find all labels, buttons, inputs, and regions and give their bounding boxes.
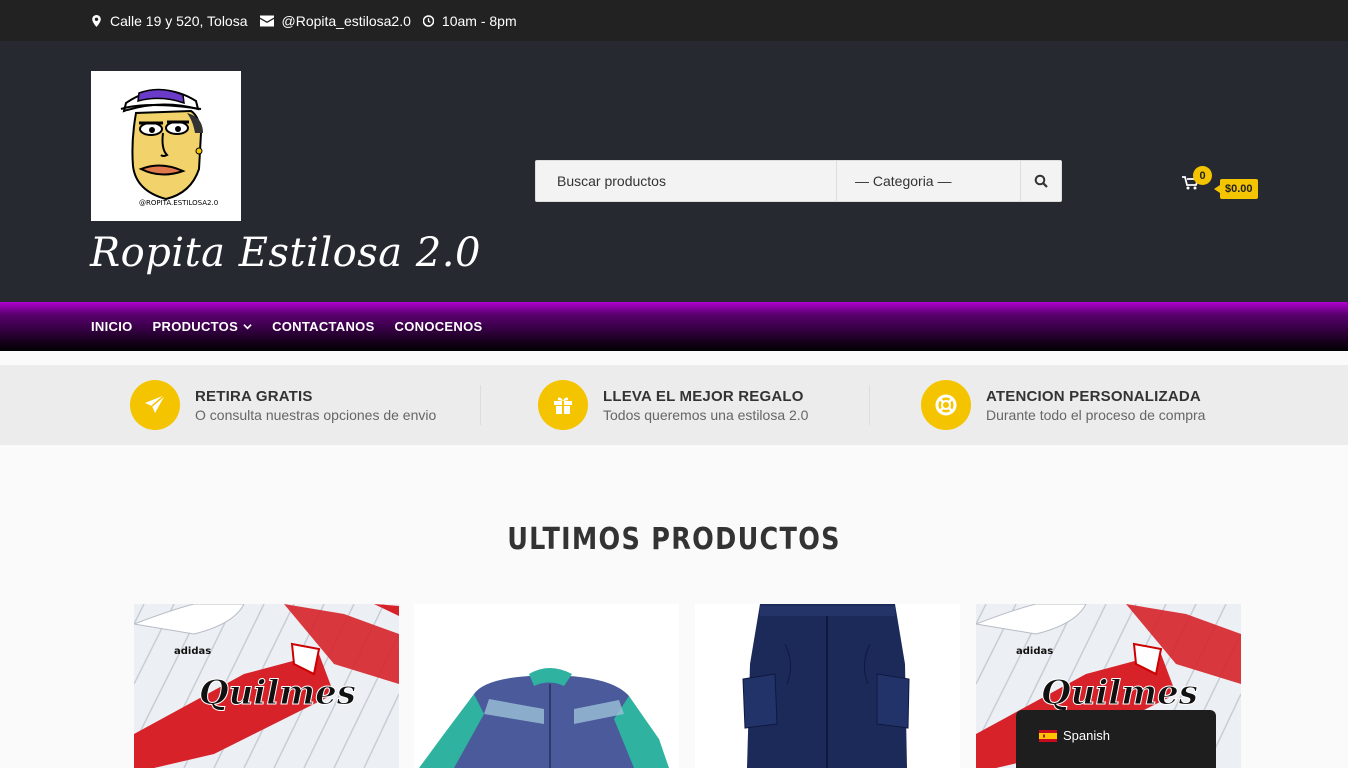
spain-flag-icon xyxy=(1039,730,1057,742)
cart-total: $0.00 xyxy=(1214,179,1258,199)
feature-title: ATENCION PERSONALIZADA xyxy=(986,387,1201,405)
hours-text: 10am - 8pm xyxy=(441,12,517,29)
site-header: @ROPITA.ESTILOSA2.0 Ropita Estilosa 2.0 … xyxy=(0,41,1348,302)
product-image xyxy=(414,604,679,768)
feature-icon-circle xyxy=(538,380,588,430)
product-image: adidas Quilmes xyxy=(134,604,399,768)
latest-products-heading: ULTIMOS PRODUCTOS xyxy=(507,522,841,557)
feature-divider xyxy=(480,385,481,425)
top-info-bar: Calle 19 y 520, Tolosa @Ropita_estilosa2… xyxy=(0,0,1348,41)
product-card-jacket[interactable] xyxy=(414,604,679,768)
clock-icon xyxy=(422,14,434,27)
nav-item-productos[interactable]: PRODUCTOS xyxy=(153,319,253,334)
feature-icon-circle xyxy=(130,380,180,430)
nav-label-conocenos: CONOCENOS xyxy=(394,319,483,334)
features-strip: RETIRA GRATIS O consulta nuestras opcion… xyxy=(0,365,1348,445)
address-item: Calle 19 y 520, Tolosa xyxy=(91,13,248,29)
jersey-sponsor-text: Quilmes xyxy=(199,673,356,713)
feature-support: ATENCION PERSONALIZADA Durante todo el p… xyxy=(921,380,1205,430)
feature-icon-circle xyxy=(921,380,971,430)
search-button[interactable] xyxy=(1020,161,1061,201)
site-title[interactable]: Ropita Estilosa 2.0 xyxy=(90,230,481,276)
feature-divider xyxy=(869,385,870,425)
feature-gift: LLEVA EL MEJOR REGALO Todos queremos una… xyxy=(538,380,808,430)
feature-title: LLEVA EL MEJOR REGALO xyxy=(603,387,804,405)
product-card-pants[interactable] xyxy=(695,604,960,768)
envelope-icon xyxy=(259,15,274,26)
life-ring-icon xyxy=(935,394,957,416)
search-input[interactable] xyxy=(536,161,836,201)
cart-widget[interactable]: 0 $0.00 xyxy=(1182,166,1258,199)
feature-subtitle: Todos queremos una estilosa 2.0 xyxy=(603,406,809,423)
feature-title: RETIRA GRATIS xyxy=(195,387,313,405)
category-select[interactable]: — Categoria — xyxy=(836,161,1020,201)
jersey-brand-text: adidas xyxy=(174,646,211,657)
logo-caption: @ROPITA.ESTILOSA2.0 xyxy=(139,199,218,207)
language-switcher[interactable]: Spanish xyxy=(1016,710,1216,768)
jersey-brand-text: adidas xyxy=(1016,646,1053,657)
nav-item-inicio[interactable]: INICIO xyxy=(91,319,133,334)
paper-plane-icon xyxy=(145,394,166,413)
nav-label-productos: PRODUCTOS xyxy=(152,319,239,334)
feature-subtitle: Durante todo el proceso de compra xyxy=(986,406,1206,423)
language-label: Spanish xyxy=(1063,728,1110,743)
feature-subtitle: O consulta nuestras opciones de envio xyxy=(195,406,437,423)
product-card-jersey[interactable]: adidas Quilmes xyxy=(134,604,399,768)
nav-label-inicio: INICIO xyxy=(91,319,133,334)
jersey-sponsor-text: Quilmes xyxy=(1041,673,1198,713)
cart-count-badge: 0 xyxy=(1193,166,1212,185)
nav-item-contactanos[interactable]: CONTACTANOS xyxy=(272,319,374,334)
gift-icon xyxy=(554,397,572,414)
product-search-form: — Categoria — xyxy=(535,160,1062,202)
hours-item: 10am - 8pm xyxy=(422,12,517,29)
map-marker-icon xyxy=(92,14,101,27)
nav-label-contactanos: CONTACTANOS xyxy=(272,319,375,334)
nav-item-conocenos[interactable]: CONOCENOS xyxy=(395,319,483,334)
address-text: Calle 19 y 520, Tolosa xyxy=(110,12,248,29)
email-text: @Ropita_estilosa2.0 xyxy=(281,12,411,29)
main-navigation: INICIO PRODUCTOS CONTACTANOS CONOCENOS xyxy=(0,302,1348,351)
chevron-down-icon xyxy=(243,324,252,330)
cartoon-face-logo: @ROPITA.ESTILOSA2.0 xyxy=(120,88,218,207)
email-item[interactable]: @Ropita_estilosa2.0 xyxy=(259,12,411,29)
site-logo[interactable]: @ROPITA.ESTILOSA2.0 xyxy=(91,71,241,221)
product-image xyxy=(695,604,960,768)
feature-free-pickup: RETIRA GRATIS O consulta nuestras opcion… xyxy=(130,380,436,430)
search-icon xyxy=(1034,174,1048,188)
